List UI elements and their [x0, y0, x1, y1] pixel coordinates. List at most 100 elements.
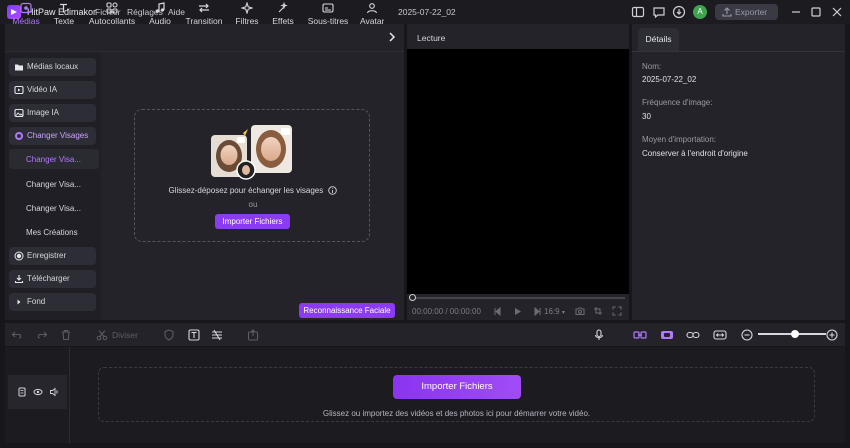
- sidebar-item-label: Changer Visages: [27, 131, 89, 140]
- sidebar-item-medias-locaux[interactable]: Médias locaux: [9, 58, 96, 76]
- export-icon: [722, 7, 732, 17]
- snapshot-icon[interactable]: [575, 306, 585, 316]
- sparkle-icon: [241, 2, 253, 14]
- detail-label-name: Nom:: [642, 62, 662, 71]
- tab-details[interactable]: Détails: [638, 28, 679, 51]
- timecode: 00:00:00 / 00:00:00: [412, 307, 481, 316]
- track-header: [8, 375, 67, 409]
- video-icon: [14, 85, 24, 95]
- playback-scrubber[interactable]: [411, 297, 625, 299]
- fit-timeline-icon[interactable]: [713, 329, 727, 341]
- crop-icon[interactable]: [593, 306, 603, 316]
- detail-value-import-mode: Conserver à l'endroit d'origine: [642, 149, 748, 158]
- sidebar-subitem-changer-visages-3[interactable]: Changer Visa...: [26, 204, 81, 213]
- export-label: Exporter: [735, 7, 768, 17]
- project-title: 2025-07-22_02: [398, 7, 456, 17]
- tab-medias[interactable]: Médias: [10, 2, 42, 26]
- record-icon: [14, 251, 24, 261]
- face-swap-illustration: [211, 125, 292, 180]
- sidebar-item-label: Enregistrer: [27, 251, 67, 260]
- microphone-icon[interactable]: [593, 329, 605, 341]
- details-panel: [632, 24, 845, 320]
- trim-icon[interactable]: [211, 329, 223, 341]
- scrubber-handle[interactable]: [409, 294, 416, 301]
- tab-label: Effets: [272, 16, 294, 26]
- next-frame-icon[interactable]: [533, 307, 542, 316]
- track-type-icon: [18, 387, 26, 397]
- layout-icon[interactable]: [631, 5, 645, 19]
- user-avatar[interactable]: A: [693, 5, 707, 19]
- export-clip-icon[interactable]: [247, 329, 259, 341]
- maximize-icon[interactable]: [809, 5, 823, 19]
- tab-transition[interactable]: Transition: [184, 2, 224, 26]
- sidebar-item-video-ia[interactable]: Vidéo IA: [9, 81, 96, 99]
- magnet-snap-icon[interactable]: [660, 329, 674, 341]
- timeline-import-button[interactable]: Importer Fichiers: [393, 375, 521, 399]
- details-divider: [632, 51, 845, 52]
- detail-label-frame-rate: Fréquence d'image:: [642, 98, 713, 107]
- timeline-hint: Glissez ou importez des vidéos et des ph…: [322, 409, 591, 418]
- tab-label: Texte: [53, 16, 75, 26]
- sidebar-item-image-ia[interactable]: Image IA: [9, 104, 96, 122]
- play-icon[interactable]: [513, 307, 522, 316]
- split-icon[interactable]: [96, 329, 108, 341]
- tab-label: Médias: [12, 16, 40, 26]
- media-icon: [20, 2, 32, 14]
- track-header-divider: [69, 347, 70, 443]
- video-canvas: [407, 49, 629, 294]
- tab-label: Avatar: [360, 16, 384, 26]
- face-swap-icon: [15, 132, 23, 140]
- preview-title: Lecture: [417, 33, 446, 43]
- sidebar-item-label: Fond: [27, 297, 46, 306]
- tab-filtres[interactable]: Filtres: [233, 2, 261, 26]
- minimize-icon[interactable]: [789, 5, 803, 19]
- music-note-icon: [155, 2, 165, 13]
- tab-texte[interactable]: Texte: [50, 2, 78, 26]
- sidebar-subitem-changer-visages-2[interactable]: Changer Visa...: [26, 180, 81, 189]
- subtitles-icon: [322, 3, 334, 13]
- split-label[interactable]: Diviser: [112, 330, 138, 340]
- info-icon[interactable]: [328, 186, 338, 195]
- shield-icon[interactable]: [163, 329, 175, 341]
- zoom-in-icon[interactable]: [826, 329, 838, 341]
- tab-effets[interactable]: Effets: [270, 2, 296, 26]
- sidebar-item-enregistrer[interactable]: Enregistrer: [9, 247, 96, 265]
- aspect-ratio-select[interactable]: 16:9 ▾: [544, 307, 565, 316]
- redo-icon[interactable]: [36, 329, 48, 341]
- link-icon[interactable]: [686, 329, 700, 341]
- download-status-icon[interactable]: [672, 5, 686, 19]
- link-clips-icon[interactable]: [633, 329, 647, 341]
- delete-icon[interactable]: [60, 329, 72, 341]
- sidebar-item-label: Vidéo IA: [27, 85, 58, 94]
- tabs-scroll-right-icon[interactable]: [386, 31, 398, 43]
- detail-label-import-mode: Moyen d'importation:: [642, 135, 717, 144]
- sidebar-item-telecharger[interactable]: Télécharger: [9, 270, 96, 288]
- facial-recognition-button[interactable]: Reconnaissance Faciale: [299, 303, 395, 318]
- text-box-icon[interactable]: [188, 329, 200, 341]
- sidebar-subitem-changer-visages-1[interactable]: Changer Visa...: [26, 155, 81, 164]
- sidebar-item-fond[interactable]: Fond: [9, 293, 96, 311]
- tab-audio[interactable]: Audio: [147, 2, 173, 26]
- sidebar-item-changer-visages[interactable]: Changer Visages: [9, 127, 96, 145]
- tab-label: Autocollants: [88, 16, 136, 26]
- detail-value-name: 2025-07-22_02: [642, 75, 697, 84]
- prev-frame-icon[interactable]: [493, 307, 502, 316]
- volume-icon[interactable]: [49, 387, 59, 397]
- face-swap-dropzone[interactable]: Glissez-déposez pour échanger les visage…: [134, 109, 370, 242]
- effects-icon: [278, 2, 288, 13]
- sidebar-subitem-mes-creations[interactable]: Mes Créations: [26, 228, 78, 237]
- tab-sous-titres[interactable]: Sous-titres: [305, 2, 351, 26]
- zoom-out-icon[interactable]: [741, 329, 753, 341]
- close-icon[interactable]: [830, 5, 844, 19]
- avatar-icon: [366, 3, 378, 14]
- undo-icon[interactable]: [11, 329, 23, 341]
- export-button[interactable]: Exporter: [715, 4, 778, 20]
- import-files-button[interactable]: Importer Fichiers: [215, 214, 290, 229]
- feedback-icon[interactable]: [652, 5, 666, 19]
- fullscreen-icon[interactable]: [612, 306, 622, 316]
- download-icon: [14, 275, 24, 284]
- tab-avatar[interactable]: Avatar: [360, 2, 384, 26]
- visibility-icon[interactable]: [33, 387, 43, 397]
- tab-autocollants[interactable]: Autocollants: [86, 2, 138, 26]
- dropzone-hint: Glissez-déposez pour échanger les visage…: [135, 186, 371, 195]
